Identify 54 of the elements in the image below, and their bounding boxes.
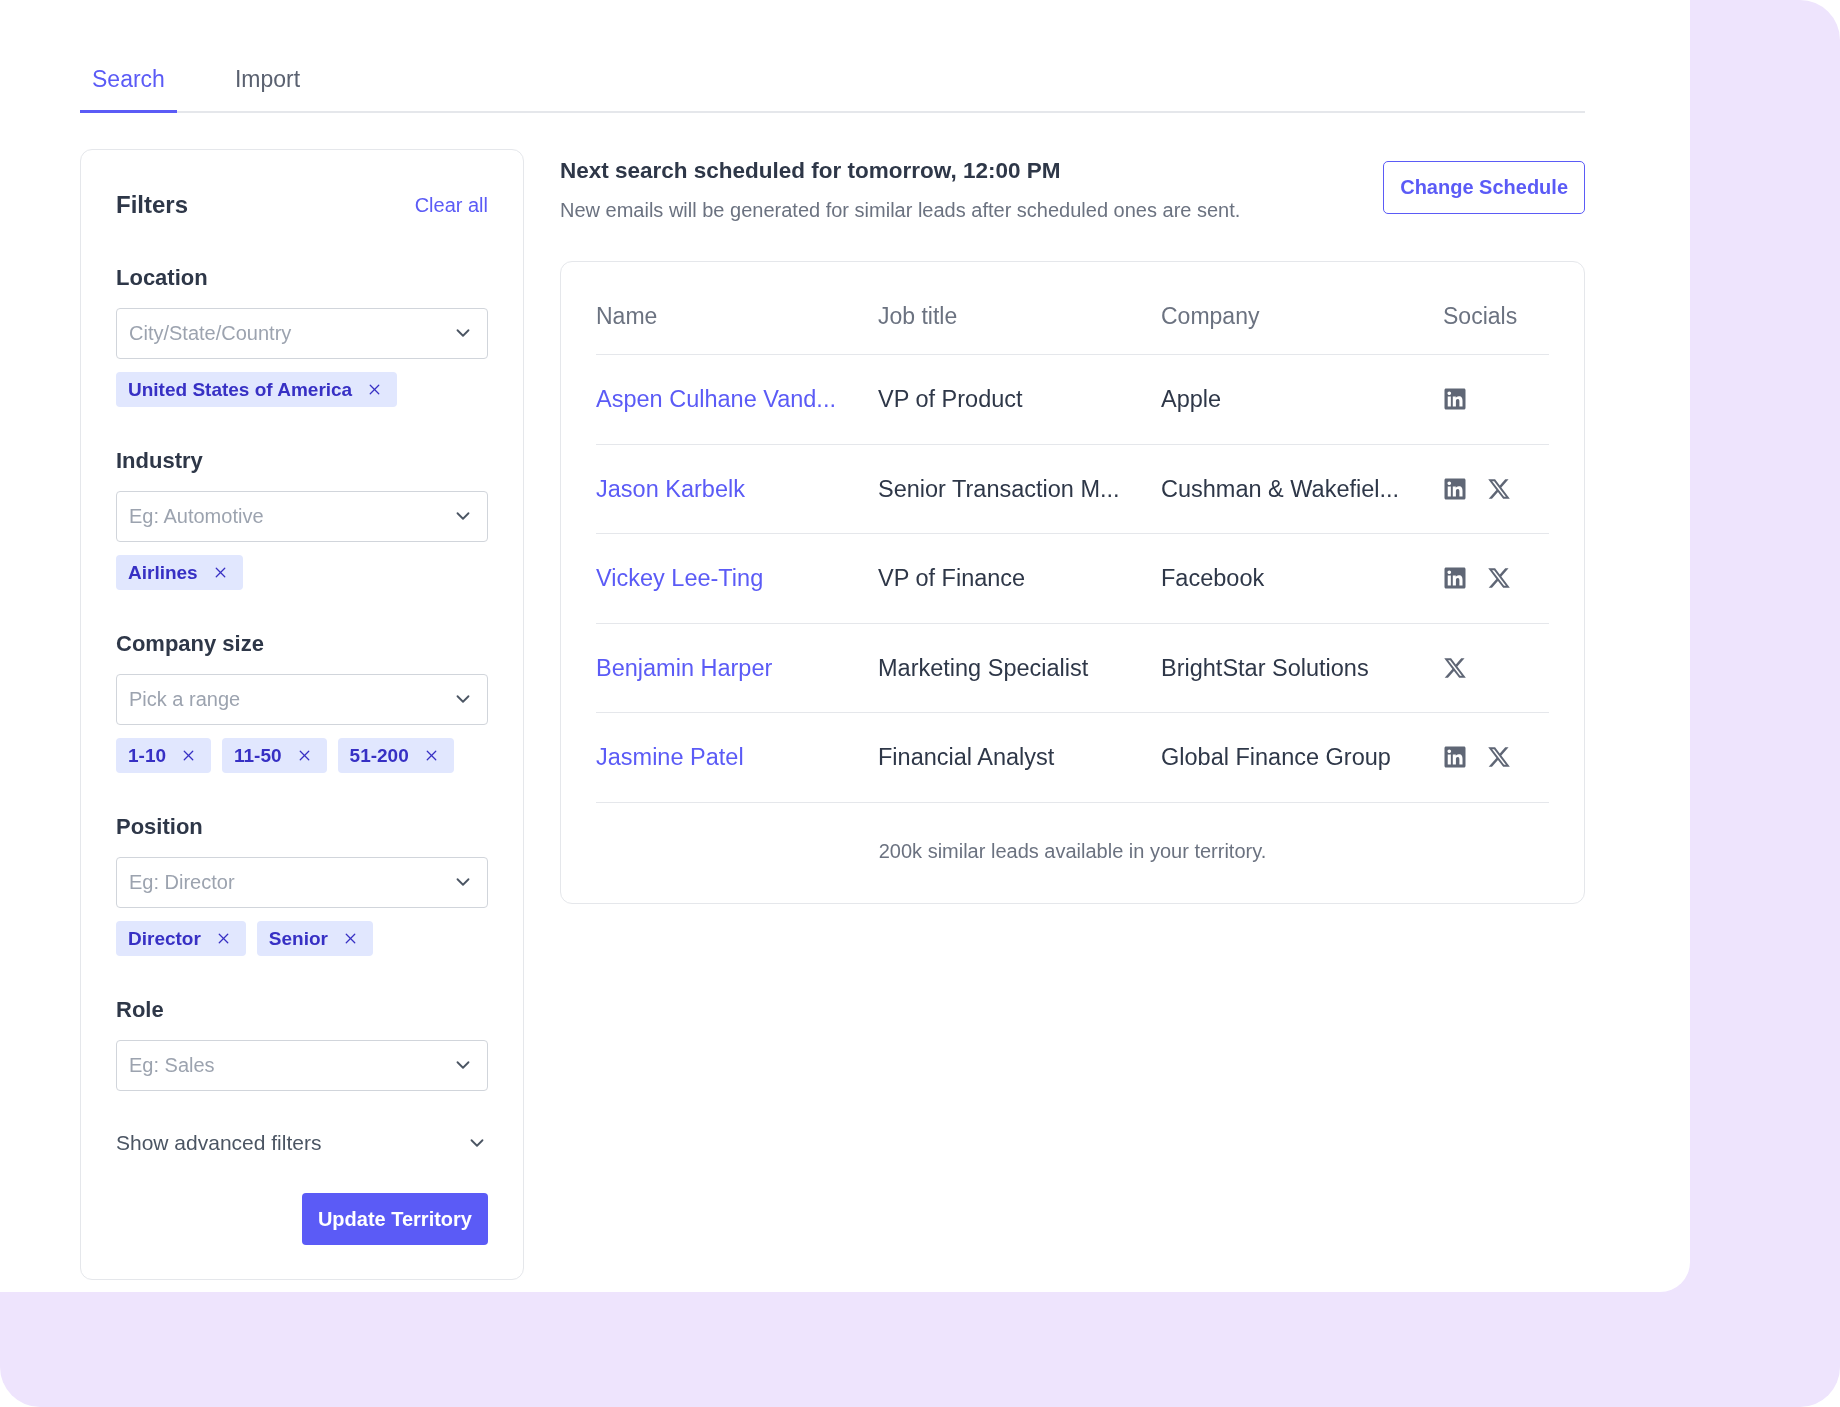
table-cell: Senior Transaction M...	[878, 474, 1120, 503]
chip-label: 1-10	[128, 744, 167, 767]
filter-dropdown[interactable]: Eg: Automotive	[116, 491, 488, 542]
x-logo-icon[interactable]	[1487, 566, 1511, 591]
update-territory-button[interactable]: Update Territory	[301, 1193, 488, 1245]
filter-dropdown[interactable]: Eg: Sales	[116, 1040, 488, 1091]
x-logo-icon[interactable]	[1487, 745, 1511, 770]
chip-label: 11-50	[234, 744, 282, 767]
filter-dropdown[interactable]: Eg: Director	[116, 857, 488, 908]
filter-label: Role	[116, 996, 165, 1024]
tab[interactable]: Import	[222, 54, 313, 113]
linkedin-icon[interactable]	[1443, 387, 1467, 412]
chip-label: United States of America	[128, 378, 353, 401]
lead-name-link[interactable]: Jason Karbelk	[596, 474, 745, 503]
table-cell: Global Finance Group	[1161, 743, 1391, 772]
change-schedule-button[interactable]: Change Schedule	[1383, 161, 1585, 214]
schedule-note: New emails will be generated for similar leads after scheduled ones are sent.	[560, 198, 1241, 222]
schedule-title: Next search scheduled for tomorrow, 12:00 PM	[560, 157, 1062, 185]
tab[interactable]: Search	[80, 54, 177, 113]
table-cell: VP of Product	[878, 385, 1023, 414]
lead-name-link[interactable]: Benjamin Harper	[596, 653, 773, 682]
clear-all-link[interactable]: Clear all	[414, 193, 488, 217]
chip-label: Senior	[268, 927, 328, 950]
filter-dropdown[interactable]: City/State/Country	[116, 308, 488, 359]
table-cell: Facebook	[1161, 564, 1265, 593]
filter-label: Location	[116, 264, 209, 292]
table-cell: Cushman & Wakefiel...	[1161, 474, 1400, 503]
chip-label: Director	[128, 927, 201, 950]
column-header: Name	[596, 302, 659, 330]
chip-label: Airlines	[128, 561, 198, 584]
filter-dropdown[interactable]: Pick a range	[116, 674, 488, 725]
linkedin-icon[interactable]	[1443, 745, 1467, 770]
table-cell: Apple	[1161, 385, 1222, 414]
lead-name-link[interactable]: Jasmine Patel	[596, 743, 744, 772]
filter-label: Company size	[116, 630, 265, 658]
table-cell: Marketing Specialist	[878, 653, 1089, 682]
column-header: Socials	[1443, 302, 1519, 330]
advanced-filters-toggle[interactable]: Show advanced filters	[116, 1131, 322, 1155]
table-cell: VP of Finance	[878, 564, 1026, 593]
filter-label: Position	[116, 813, 204, 841]
table-cell: Financial Analyst	[878, 743, 1055, 772]
filter-label: Industry	[116, 447, 204, 475]
lead-name-link[interactable]: Vickey Lee-Ting	[596, 564, 764, 593]
leads-available-note: 200k similar leads available in your territory.	[877, 838, 1268, 864]
column-header: Company	[1161, 302, 1261, 330]
x-logo-icon[interactable]	[1443, 655, 1467, 680]
chip-label: 51-200	[349, 744, 409, 767]
lead-name-link[interactable]: Aspen Culhane Vand...	[596, 385, 836, 414]
linkedin-icon[interactable]	[1443, 476, 1467, 501]
filters-title: Filters	[116, 190, 189, 220]
column-header: Job title	[878, 302, 959, 330]
x-logo-icon[interactable]	[1487, 476, 1511, 501]
table-cell: BrightStar Solutions	[1161, 653, 1369, 682]
linkedin-icon[interactable]	[1443, 566, 1467, 591]
